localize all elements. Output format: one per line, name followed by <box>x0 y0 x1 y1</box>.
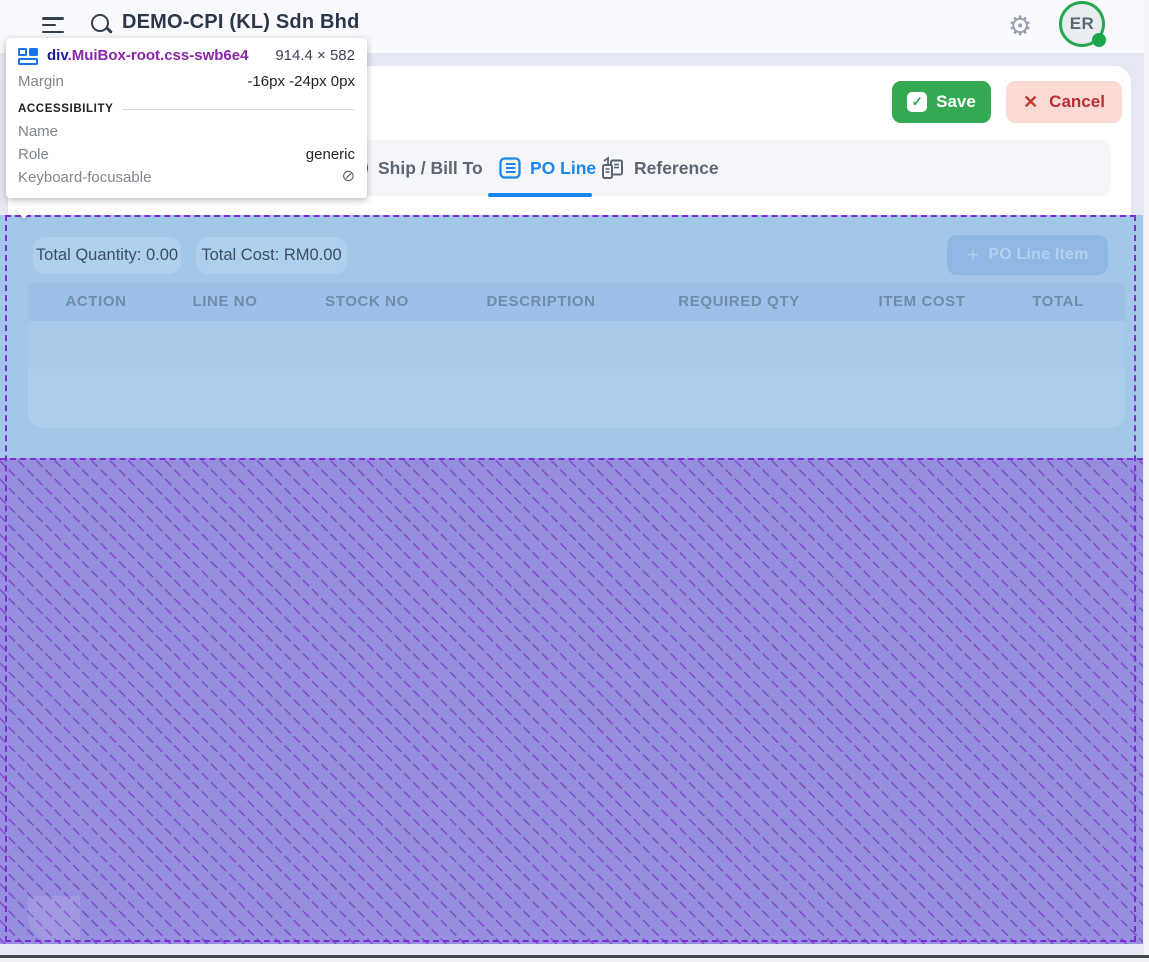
window-bottom-gap <box>0 958 1149 962</box>
tab-po-line[interactable]: PO Line <box>498 140 596 196</box>
devtools-inspect-tooltip: div.MuiBox-root.css-swb6e4 914.4 × 582 M… <box>6 38 367 198</box>
a11y-role-value: generic <box>306 146 355 163</box>
a11y-name-label: Name <box>18 123 58 140</box>
section-divider <box>122 109 355 110</box>
tab-po-line-label: PO Line <box>530 158 596 179</box>
po-line-tab-icon <box>498 156 522 180</box>
accessibility-section-label: ACCESSIBILITY <box>18 103 113 115</box>
element-badge-icon <box>18 48 38 64</box>
cancel-x-icon: ✕ <box>1023 92 1038 113</box>
a11y-keyboard-label: Keyboard-focusable <box>18 169 151 186</box>
selector-tag: div <box>47 47 68 64</box>
save-check-icon: ✓ <box>907 92 927 112</box>
save-label: Save <box>936 92 976 112</box>
search-icon[interactable] <box>90 13 114 37</box>
margin-value: -16px -24px 0px <box>247 73 355 90</box>
cancel-label: Cancel <box>1049 92 1105 112</box>
tab-ship-bill-to-label: Ship / Bill To <box>378 158 483 179</box>
reference-tab-icon <box>600 156 626 181</box>
element-selector: div.MuiBox-root.css-swb6e4 <box>47 47 248 64</box>
right-edge-strip <box>1144 0 1149 962</box>
avatar-initials: ER <box>1070 14 1095 34</box>
app-page: DEMO-CPI (KL) Sdn Bhd ⚙ ER ✓ Save ✕ Canc… <box>0 0 1149 962</box>
settings-gear-icon[interactable]: ⚙ <box>1008 8 1032 44</box>
margin-label: Margin <box>18 73 64 90</box>
active-tab-underline <box>488 193 592 197</box>
element-dimensions: 914.4 × 582 <box>275 47 355 64</box>
a11y-role-label: Role <box>18 146 49 163</box>
cancel-button[interactable]: ✕ Cancel <box>1006 81 1122 123</box>
tooltip-pointer <box>14 207 34 219</box>
menu-icon[interactable] <box>42 17 66 35</box>
tab-reference[interactable]: Reference <box>600 140 719 196</box>
search-handle <box>106 27 113 34</box>
save-button[interactable]: ✓ Save <box>892 81 991 123</box>
selector-classes: .MuiBox-root.css-swb6e4 <box>68 47 249 64</box>
online-status-dot <box>1092 33 1106 47</box>
not-focusable-icon: ⊘ <box>342 169 355 186</box>
company-title: DEMO-CPI (KL) Sdn Bhd <box>122 11 360 34</box>
tab-reference-label: Reference <box>634 158 719 179</box>
tab-ship-bill-to[interactable]: Ship / Bill To <box>378 140 483 196</box>
